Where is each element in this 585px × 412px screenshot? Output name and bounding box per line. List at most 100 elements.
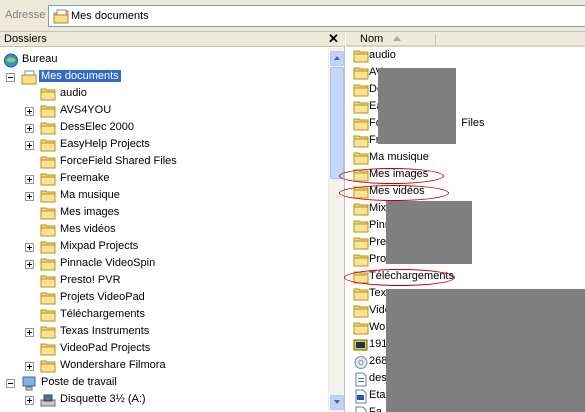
tree-item-label: VideoPad Projects (60, 342, 151, 354)
expand-icon[interactable] (25, 141, 34, 150)
folders-pane-header: Dossiers ✕ (0, 32, 345, 47)
scrollbar-thumb[interactable] (330, 67, 344, 179)
sort-ascending-icon (393, 36, 401, 41)
tree-item[interactable]: Projets VideoPad (0, 290, 327, 307)
tree-item-label: Poste de travail (41, 376, 117, 388)
scroll-up-icon[interactable] (330, 51, 344, 66)
my-documents-icon (53, 9, 69, 27)
list-item-label: Pro (369, 253, 387, 265)
tree-item[interactable]: Mes images (0, 205, 327, 222)
tree-item[interactable]: Presto! PVR (0, 273, 327, 290)
floppy-drive-icon (40, 393, 56, 411)
tree-item[interactable]: DessElec 2000 (0, 120, 327, 137)
tree-item[interactable]: Texas Instruments (0, 324, 327, 341)
expand-icon[interactable] (25, 243, 34, 252)
tree-item[interactable]: EasyHelp Projects (0, 137, 327, 154)
tree-item-label: Freemake (60, 172, 110, 184)
address-path: Mes documents (71, 10, 149, 22)
folder-icon (40, 87, 56, 104)
list-item-label: audio (369, 49, 396, 61)
tree-item-label: Wondershare Filmora (60, 359, 166, 371)
column-separator[interactable] (435, 34, 436, 45)
tree-item[interactable]: Ma musique (0, 188, 327, 205)
list-item-label: Ma musique (369, 151, 429, 163)
list-item[interactable]: Mes vidéos (346, 184, 585, 201)
tree-item[interactable]: Téléchargements (0, 307, 327, 324)
tree-item-label: Mes images (60, 206, 120, 218)
folder-icon (353, 117, 369, 134)
folder-icon (40, 274, 56, 291)
folder-icon (40, 138, 56, 155)
address-label: Adresse (5, 9, 46, 21)
tree-item-label: Disquette 3½ (A:) (60, 393, 146, 405)
column-name-header[interactable]: Nom (360, 33, 383, 45)
folder-icon (40, 359, 56, 376)
folder-icon (40, 257, 56, 274)
music-folder-icon (353, 151, 369, 168)
list-item[interactable]: Mes images (346, 167, 585, 184)
pictures-folder-icon (353, 168, 369, 185)
tree-item[interactable]: Mixpad Projects (0, 239, 327, 256)
tree-item[interactable]: Mes documents (0, 69, 327, 86)
list-item-label: Fa (369, 406, 382, 412)
tree-item-label: Mes documents (39, 70, 121, 82)
expand-icon[interactable] (25, 107, 34, 116)
folder-icon (353, 134, 369, 151)
folder-tree: Bureau Mes documents audio AVS4YOU DessElec … (0, 48, 327, 412)
tree-item[interactable]: Freemake (0, 171, 327, 188)
expand-icon[interactable] (25, 192, 34, 201)
tree-item-label: Projets VideoPad (60, 291, 145, 303)
tree-item[interactable]: audio (0, 86, 327, 103)
tree-item-label: Presto! PVR (60, 274, 121, 286)
pictures-folder-icon (40, 206, 56, 223)
expand-icon[interactable] (25, 328, 34, 337)
expand-icon[interactable] (25, 362, 34, 371)
list-item-label: Eta (369, 389, 386, 401)
tree-item-label: audio (60, 87, 87, 99)
list-item-label: Mes images (369, 168, 429, 180)
expand-icon[interactable] (25, 175, 34, 184)
expand-icon[interactable] (25, 124, 34, 133)
folder-icon (40, 342, 56, 359)
videos-folder-icon (353, 185, 369, 202)
tree-item-label: Texas Instruments (60, 325, 150, 337)
tree-item[interactable]: Poste de travail (0, 375, 327, 392)
folder-icon (353, 270, 369, 287)
collapse-icon[interactable] (6, 73, 15, 82)
folder-icon (40, 104, 56, 121)
list-item-label: Wo (369, 321, 386, 333)
redaction-block (386, 201, 472, 264)
folder-icon (40, 325, 56, 342)
tree-item[interactable]: VideoPad Projects (0, 341, 327, 358)
folder-icon (353, 100, 369, 117)
tree-item[interactable]: Bureau (0, 52, 327, 69)
expand-icon[interactable] (25, 260, 34, 269)
list-item[interactable]: Téléchargements (346, 269, 585, 286)
list-item[interactable]: audio (346, 48, 585, 65)
folder-tree-scrollbar[interactable] (328, 48, 344, 412)
tree-item-label: ForceField Shared Files (60, 155, 177, 167)
list-item[interactable]: Ma musique (346, 150, 585, 167)
tree-item[interactable]: Disquette 3½ (A:) (0, 392, 327, 409)
folder-icon (353, 253, 369, 270)
scroll-down-icon[interactable] (330, 395, 344, 410)
folder-icon (353, 321, 369, 338)
tree-item[interactable]: ForceField Shared Files (0, 154, 327, 171)
folder-icon (40, 121, 56, 138)
folders-pane-title: Dossiers (4, 33, 47, 45)
tree-item-label: Mixpad Projects (60, 240, 139, 252)
expand-icon[interactable] (25, 396, 34, 405)
tree-item-label: AVS4YOU (60, 104, 112, 116)
redaction-block (386, 289, 585, 412)
tree-item[interactable]: Pinnacle VideoSpin (0, 256, 327, 273)
folder-icon (40, 155, 56, 172)
tree-item[interactable]: Mes vidéos (0, 222, 327, 239)
tree-item-label: Téléchargements (60, 308, 145, 320)
folder-icon (353, 83, 369, 100)
tree-item[interactable]: Wondershare Filmora (0, 358, 327, 375)
collapse-icon[interactable] (6, 379, 15, 388)
tree-item-label: Mes vidéos (60, 223, 116, 235)
close-icon[interactable]: ✕ (328, 32, 339, 46)
address-field[interactable]: Mes documents (48, 5, 585, 27)
tree-item[interactable]: AVS4YOU (0, 103, 327, 120)
